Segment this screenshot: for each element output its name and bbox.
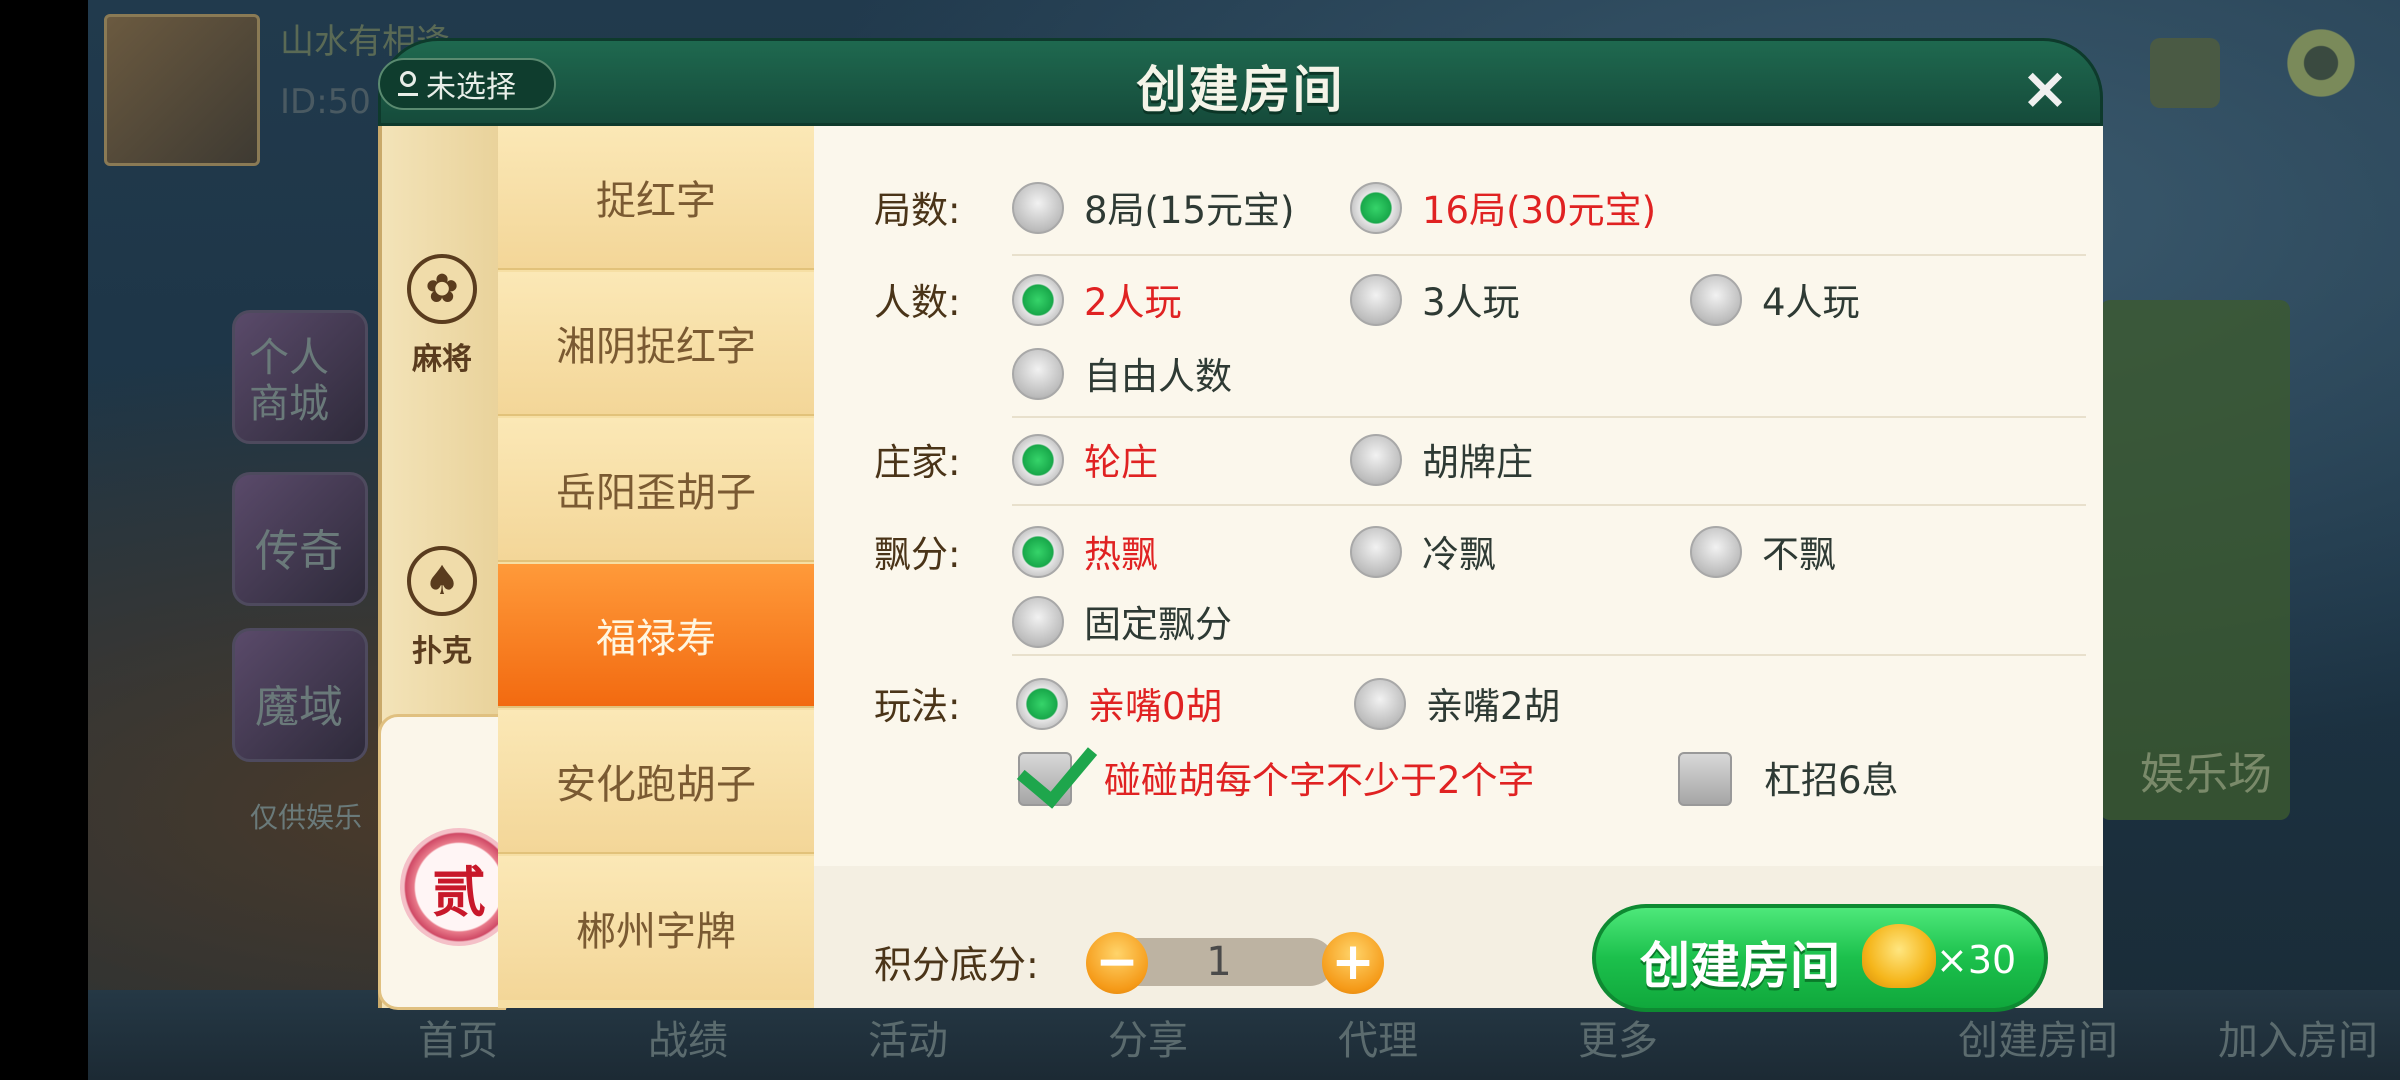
- rules-label: 玩法:: [874, 685, 961, 728]
- rules-kiss2-label: 亲嘴2胡: [1426, 685, 1561, 728]
- float-none-label: 不飘: [1762, 533, 1836, 576]
- category-label: 扑克: [412, 634, 472, 669]
- nav-record: 战绩: [648, 1018, 728, 1064]
- score-label: 积分底分:: [874, 943, 1039, 987]
- float-none-radio[interactable]: [1690, 526, 1742, 578]
- create-room-cost: ×30: [1936, 938, 2017, 982]
- game-item[interactable]: 郴州字牌: [498, 856, 814, 1000]
- players-label: 人数:: [874, 281, 961, 324]
- pengpeng-checkbox[interactable]: [1016, 725, 1098, 809]
- bg-tile-legend: 传奇: [232, 472, 368, 606]
- rules-kiss0-label: 亲嘴0胡: [1088, 685, 1223, 728]
- dealer-winner-radio[interactable]: [1350, 434, 1402, 486]
- players-2-radio[interactable]: [1012, 274, 1064, 326]
- game-item[interactable]: 安化跑胡子: [498, 710, 814, 854]
- rounds-label: 局数:: [874, 189, 961, 232]
- float-cold-radio[interactable]: [1350, 526, 1402, 578]
- float-label: 飘分:: [874, 533, 961, 576]
- dialog-header: 创建房间 未选择 ×: [378, 38, 2103, 126]
- player-id: ID:50: [280, 82, 371, 122]
- float-cold-label: 冷飘: [1422, 533, 1496, 576]
- players-free-radio[interactable]: [1012, 348, 1064, 400]
- bag-icon: [2150, 38, 2220, 108]
- divider: [1012, 654, 2086, 656]
- player-avatar: [104, 14, 260, 166]
- location-pin-icon: [398, 71, 418, 97]
- nav-join-room: 加入房间: [2218, 1018, 2378, 1064]
- options-panel: 局数: 8局(15元宝) 16局(30元宝) 人数: 2人玩 3人玩 4人玩 自…: [814, 126, 2103, 1012]
- gear-icon: [2282, 24, 2360, 102]
- divider: [1012, 254, 2086, 256]
- game-list: 捉红字 湘阴捉红字 岳阳歪胡子 福禄寿 安化跑胡子 郴州字牌: [498, 126, 814, 1008]
- location-label: 未选择: [426, 70, 516, 105]
- float-fixed-radio[interactable]: [1012, 596, 1064, 648]
- players-3-radio[interactable]: [1350, 274, 1402, 326]
- checkmark-icon: [1016, 725, 1098, 809]
- spade-icon: ♠: [407, 546, 477, 616]
- divider: [1012, 416, 2086, 418]
- rules-kiss2-radio[interactable]: [1354, 678, 1406, 730]
- dialog-title: 创建房间: [1136, 61, 1345, 119]
- create-room-dialog: 创建房间 未选择 × ✿ 麻将 ♠ 扑克 贰 捉红字 湘阴捉红字 岳阳歪胡子 福…: [378, 38, 2103, 1012]
- demo-note: 仅供娱乐: [250, 801, 363, 834]
- float-hot-radio[interactable]: [1012, 526, 1064, 578]
- players-2-label: 2人玩: [1084, 281, 1182, 324]
- create-room-button[interactable]: 创建房间 ×30: [1592, 904, 2048, 1012]
- dealer-rotate-label: 轮庄: [1084, 441, 1158, 484]
- rounds-16-radio[interactable]: [1350, 182, 1402, 234]
- category-label: 麻将: [412, 342, 472, 377]
- dealer-rotate-radio[interactable]: [1012, 434, 1064, 486]
- players-3-label: 3人玩: [1422, 281, 1520, 324]
- game-item-active[interactable]: 福禄寿: [498, 564, 814, 708]
- mahjong-flower-icon: ✿: [407, 254, 477, 324]
- dealer-winner-label: 胡牌庄: [1422, 441, 1533, 484]
- gang-label: 杠招6息: [1764, 759, 1899, 802]
- bg-tile-moyu: 魔域: [232, 628, 368, 762]
- score-plus-button[interactable]: +: [1322, 932, 1384, 994]
- rounds-16-label: 16局(30元宝): [1422, 189, 1657, 232]
- players-4-radio[interactable]: [1690, 274, 1742, 326]
- players-4-label: 4人玩: [1762, 281, 1860, 324]
- close-button[interactable]: ×: [2017, 59, 2073, 117]
- players-free-label: 自由人数: [1084, 355, 1232, 398]
- nav-activity: 活动: [868, 1018, 948, 1064]
- nav-create-room: 创建房间: [1958, 1018, 2118, 1064]
- nav-more: 更多: [1578, 1018, 1658, 1064]
- pengpeng-label: 碰碰胡每个字不少于2个字: [1104, 759, 1535, 802]
- game-item[interactable]: 湘阴捉红字: [498, 272, 814, 416]
- location-selector[interactable]: 未选择: [378, 58, 556, 110]
- nav-home: 首页: [418, 1018, 498, 1064]
- create-room-label: 创建房间: [1640, 937, 1840, 995]
- game-item[interactable]: 捉红字: [498, 126, 814, 270]
- nav-share: 分享: [1108, 1018, 1188, 1064]
- gold-ingot-icon: [1862, 924, 1936, 988]
- bg-right-text: 娱乐场: [2140, 749, 2272, 800]
- category-poker[interactable]: ♠ 扑克: [382, 546, 502, 670]
- rounds-8-label: 8局(15元宝): [1084, 189, 1295, 232]
- category-mahjong[interactable]: ✿ 麻将: [382, 254, 502, 378]
- rounds-8-radio[interactable]: [1012, 182, 1064, 234]
- gang-checkbox[interactable]: [1678, 752, 1732, 806]
- game-item[interactable]: 岳阳歪胡子: [498, 418, 814, 562]
- dealer-label: 庄家:: [874, 441, 961, 484]
- score-minus-button[interactable]: −: [1086, 932, 1148, 994]
- divider: [1012, 504, 2086, 506]
- rules-kiss0-radio[interactable]: [1016, 678, 1068, 730]
- float-fixed-label: 固定飘分: [1084, 603, 1232, 646]
- float-hot-label: 热飘: [1084, 533, 1158, 576]
- bg-tile-shop: 个人商城: [232, 310, 368, 444]
- nav-agent: 代理: [1338, 1018, 1418, 1064]
